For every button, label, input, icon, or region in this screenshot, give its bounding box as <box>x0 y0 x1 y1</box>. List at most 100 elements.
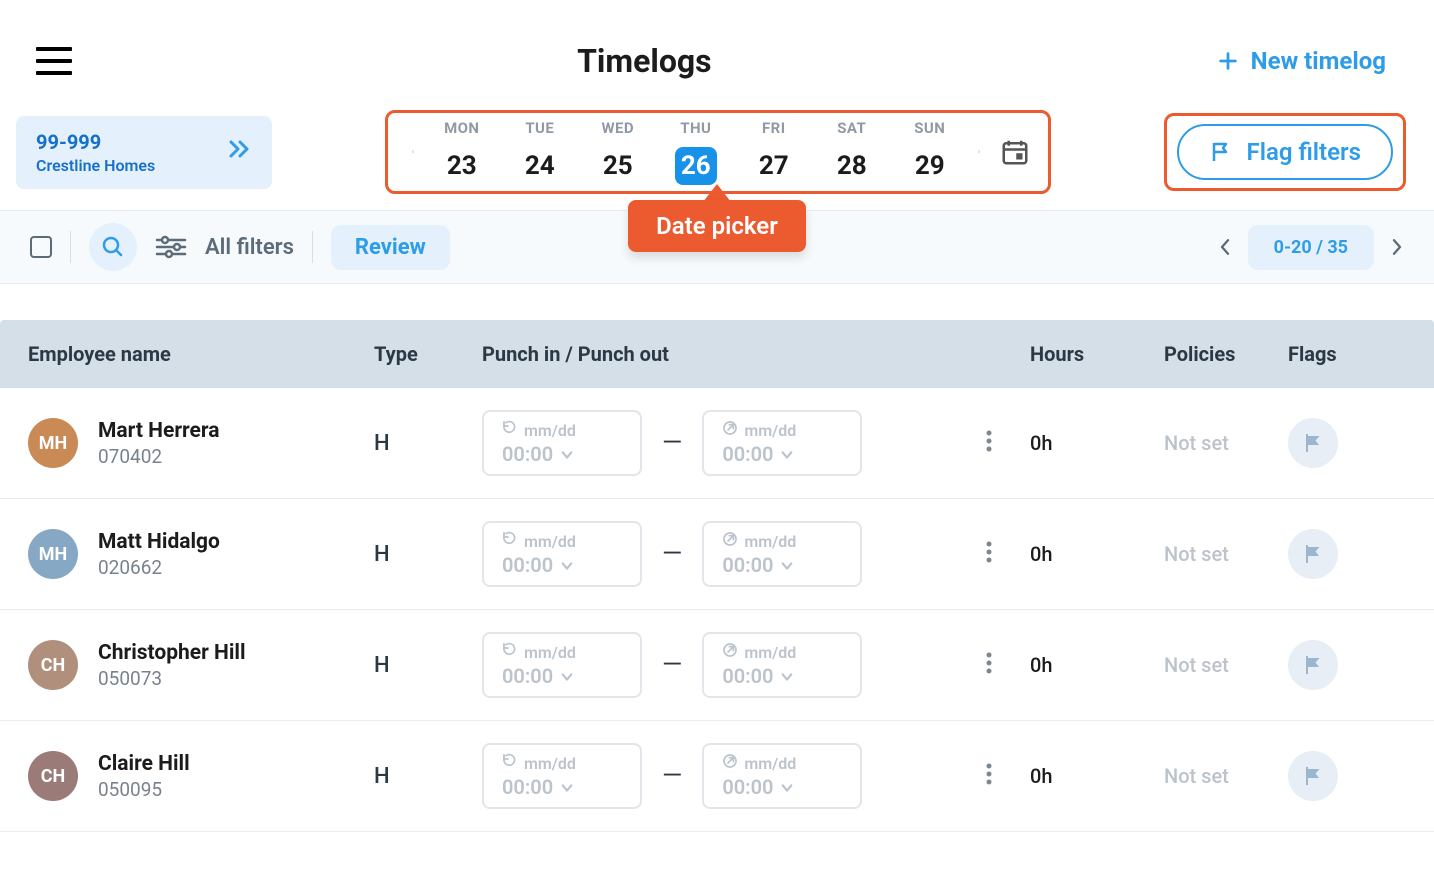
punch-in-icon <box>502 753 518 773</box>
row-more-button[interactable] <box>978 429 1000 457</box>
punch-out-field[interactable]: mm/dd 00:00 <box>702 521 862 587</box>
date-picker-dow: TUE <box>512 119 568 137</box>
date-next-button[interactable] <box>972 144 986 159</box>
punch-out-field[interactable]: mm/dd00:00 <box>702 743 862 809</box>
punch-time-placeholder: 00:00 <box>502 442 553 466</box>
policy-cell: Not set <box>1164 431 1288 455</box>
flag-filters-button[interactable]: Flag filters <box>1177 124 1393 180</box>
select-all-checkbox[interactable] <box>30 236 52 258</box>
employee-id: 020662 <box>98 556 220 579</box>
hours-cell: 0h <box>1030 653 1164 677</box>
chevron-down-icon <box>561 553 573 577</box>
punch-out-icon <box>722 420 738 440</box>
policy-cell: Not set <box>1164 653 1288 677</box>
punch-date-placeholder: mm/dd <box>744 754 796 773</box>
date-prev-button[interactable] <box>406 144 420 159</box>
review-chip[interactable]: Review <box>331 225 450 270</box>
punch-in-field[interactable]: mm/dd 00:00 <box>482 632 642 698</box>
date-picker-dow: MON <box>434 119 490 137</box>
separator <box>312 231 313 263</box>
punch-in-icon <box>502 642 518 662</box>
punch-date-placeholder: mm/dd <box>744 532 796 551</box>
date-picker-day[interactable]: THU26 <box>668 119 724 185</box>
hours-cell: 0h <box>1030 542 1164 566</box>
new-timelog-button[interactable]: New timelog <box>1217 47 1386 75</box>
chevron-down-icon <box>781 775 793 799</box>
table-row: CHClaire Hill050095Hmm/dd00:00—mm/dd00:0… <box>0 721 1434 832</box>
hours-cell: 0h <box>1030 431 1164 455</box>
punch-in-icon <box>502 531 518 551</box>
table-header: Employee name Type Punch in / Punch out … <box>0 320 1434 388</box>
page-next-button[interactable] <box>1388 238 1406 256</box>
date-picker-dom: 24 <box>519 147 561 185</box>
calendar-icon[interactable] <box>1000 137 1030 167</box>
policy-cell: Not set <box>1164 764 1288 788</box>
employee-id: 070402 <box>98 445 219 468</box>
punch-in-icon <box>502 420 518 440</box>
avatar: CH <box>28 751 78 801</box>
punch-out-field[interactable]: mm/dd00:00 <box>702 632 862 698</box>
table-row: CHChristopher Hill050073Hmm/dd00:00—mm/d… <box>0 610 1434 721</box>
col-flags: Flags <box>1288 342 1408 366</box>
flag-filters-label: Flag filters <box>1247 138 1361 166</box>
type-cell: H <box>374 431 482 456</box>
date-picker-dom: 27 <box>753 147 795 185</box>
col-type: Type <box>374 342 482 366</box>
punch-date-placeholder: mm/dd <box>524 754 576 773</box>
punch-time-placeholder: 00:00 <box>502 775 553 799</box>
date-picker: MON23 TUE 24 WED25 THU26 FRI27 SAT28 SUN29 <box>385 110 1051 194</box>
date-picker-day[interactable]: SAT28 <box>824 119 880 185</box>
date-picker-day[interactable]: TUE 24 <box>512 119 568 185</box>
date-picker-dow: SUN <box>902 119 958 137</box>
punch-time-placeholder: 00:00 <box>722 553 773 577</box>
row-more-button[interactable] <box>978 540 1000 568</box>
col-policies: Policies <box>1164 342 1288 366</box>
date-picker-callout: Date picker <box>628 184 806 252</box>
row-more-button[interactable] <box>978 651 1000 679</box>
pager-count[interactable]: 0-20 / 35 <box>1248 225 1374 270</box>
type-cell: H <box>374 542 482 567</box>
chevron-double-right-icon <box>228 139 252 165</box>
punch-separator: — <box>658 650 686 680</box>
punch-out-field[interactable]: mm/dd00:00 <box>702 410 862 476</box>
type-cell: H <box>374 764 482 789</box>
filter-sliders-icon[interactable] <box>155 235 187 259</box>
chevron-down-icon <box>561 442 573 466</box>
plus-icon <box>1217 50 1239 72</box>
avatar: MH <box>28 529 78 579</box>
punch-in-field[interactable]: mm/dd 00:00 <box>482 743 642 809</box>
avatar: CH <box>28 640 78 690</box>
col-hours: Hours <box>1030 342 1164 366</box>
punch-date-placeholder: mm/dd <box>744 421 796 440</box>
menu-icon[interactable] <box>36 47 72 75</box>
punch-date-placeholder: mm/dd <box>524 421 576 440</box>
search-button[interactable] <box>89 223 137 271</box>
project-selector[interactable]: 99-999 Crestline Homes <box>16 116 272 189</box>
table-row: MHMatt Hidalgo020662Hmm/dd00:00—mm/dd00:… <box>0 499 1434 610</box>
employee-name: Christopher Hill <box>98 641 246 665</box>
flag-button[interactable] <box>1288 418 1338 468</box>
date-picker-day[interactable]: FRI27 <box>746 119 802 185</box>
punch-time-placeholder: 00:00 <box>502 553 553 577</box>
punch-separator: — <box>658 761 686 791</box>
date-picker-day[interactable]: WED25 <box>590 119 646 185</box>
punch-time-placeholder: 00:00 <box>502 664 553 688</box>
punch-in-field[interactable]: mm/dd 00:00 <box>482 410 642 476</box>
type-cell: H <box>374 653 482 678</box>
date-picker-dom: 26 <box>675 147 717 185</box>
page-prev-button[interactable] <box>1216 238 1234 256</box>
hours-cell: 0h <box>1030 764 1164 788</box>
table-row: MHMart Herrera070402Hmm/dd00:00—mm/dd00:… <box>0 388 1434 499</box>
chevron-down-icon <box>561 775 573 799</box>
row-more-button[interactable] <box>978 762 1000 790</box>
date-picker-day[interactable]: MON23 <box>434 119 490 185</box>
employee-name: Matt Hidalgo <box>98 530 220 554</box>
employee-id: 050073 <box>98 667 246 690</box>
punch-in-field[interactable]: mm/dd00:00 <box>482 521 642 587</box>
flag-button[interactable] <box>1288 751 1338 801</box>
all-filters-button[interactable]: All filters <box>205 235 294 260</box>
punch-date-placeholder: mm/dd <box>524 643 576 662</box>
flag-button[interactable] <box>1288 529 1338 579</box>
date-picker-day[interactable]: SUN29 <box>902 119 958 185</box>
flag-button[interactable] <box>1288 640 1338 690</box>
